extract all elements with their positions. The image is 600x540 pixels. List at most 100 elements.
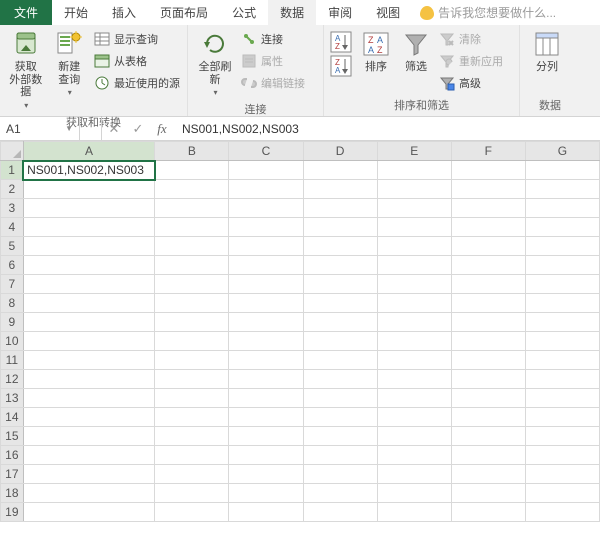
cell[interactable] — [451, 389, 525, 408]
cell[interactable] — [229, 389, 303, 408]
cell[interactable] — [23, 199, 155, 218]
cell[interactable] — [525, 256, 599, 275]
advanced-filter-button[interactable]: 高级 — [436, 73, 506, 93]
cell[interactable] — [303, 237, 377, 256]
cell[interactable] — [23, 275, 155, 294]
cell[interactable] — [229, 256, 303, 275]
cell[interactable] — [525, 161, 599, 180]
text-to-columns-button[interactable]: 分列 — [524, 27, 570, 76]
row-header[interactable]: 18 — [1, 484, 24, 503]
tab-data[interactable]: 数据 — [268, 0, 316, 25]
cell[interactable] — [23, 313, 155, 332]
cell[interactable] — [155, 332, 229, 351]
select-all-corner[interactable] — [1, 142, 24, 161]
row-header[interactable]: 6 — [1, 256, 24, 275]
cell[interactable] — [229, 161, 303, 180]
tab-review[interactable]: 审阅 — [316, 0, 364, 25]
connections-button[interactable]: 连接 — [238, 29, 308, 49]
cell[interactable] — [229, 237, 303, 256]
cell[interactable] — [451, 427, 525, 446]
cell[interactable] — [525, 484, 599, 503]
cell[interactable] — [451, 256, 525, 275]
cell[interactable] — [155, 218, 229, 237]
cell[interactable] — [525, 237, 599, 256]
sort-button[interactable]: ZAAZ 排序 — [356, 27, 396, 76]
cell[interactable] — [229, 313, 303, 332]
row-header[interactable]: 7 — [1, 275, 24, 294]
cell[interactable] — [155, 180, 229, 199]
cell[interactable] — [155, 313, 229, 332]
cell[interactable] — [23, 294, 155, 313]
cell[interactable] — [23, 180, 155, 199]
cell[interactable] — [303, 199, 377, 218]
cell[interactable] — [377, 389, 451, 408]
cell[interactable] — [303, 256, 377, 275]
cell[interactable] — [155, 199, 229, 218]
cell[interactable] — [377, 275, 451, 294]
row-header[interactable]: 9 — [1, 313, 24, 332]
name-box[interactable]: A1 ▼ — [0, 117, 80, 140]
column-header[interactable]: C — [229, 142, 303, 161]
cell[interactable] — [155, 484, 229, 503]
column-header[interactable]: G — [525, 142, 599, 161]
cell[interactable] — [155, 503, 229, 522]
row-header[interactable]: 5 — [1, 237, 24, 256]
cell[interactable] — [23, 427, 155, 446]
reapply-button[interactable]: 重新应用 — [436, 51, 506, 71]
column-header[interactable]: E — [377, 142, 451, 161]
cell[interactable] — [303, 313, 377, 332]
cell[interactable] — [155, 294, 229, 313]
cell[interactable] — [451, 370, 525, 389]
cell[interactable] — [525, 465, 599, 484]
cell[interactable] — [229, 408, 303, 427]
row-header[interactable]: 3 — [1, 199, 24, 218]
row-header[interactable]: 16 — [1, 446, 24, 465]
cell[interactable] — [377, 370, 451, 389]
cell[interactable] — [23, 465, 155, 484]
cell[interactable] — [377, 332, 451, 351]
sort-desc-button[interactable]: ZA — [330, 55, 352, 77]
cell[interactable] — [377, 237, 451, 256]
cell[interactable] — [451, 161, 525, 180]
cell[interactable] — [155, 161, 229, 180]
refresh-all-button[interactable]: 全部刷新 ▾ — [192, 27, 238, 99]
cell[interactable] — [229, 218, 303, 237]
cell[interactable] — [451, 332, 525, 351]
cell[interactable] — [303, 275, 377, 294]
cell[interactable] — [303, 408, 377, 427]
cell[interactable] — [155, 351, 229, 370]
cell[interactable] — [451, 351, 525, 370]
row-header[interactable]: 13 — [1, 389, 24, 408]
cell[interactable] — [23, 484, 155, 503]
cell[interactable] — [525, 446, 599, 465]
filter-button[interactable]: 筛选 — [396, 27, 436, 76]
cell[interactable] — [377, 313, 451, 332]
enter-formula-button[interactable]: ✓ — [126, 117, 150, 140]
cell[interactable] — [377, 351, 451, 370]
cell[interactable] — [155, 446, 229, 465]
cell[interactable] — [451, 237, 525, 256]
tab-view[interactable]: 视图 — [364, 0, 412, 25]
cell[interactable] — [377, 218, 451, 237]
get-external-data-button[interactable]: 获取 外部数据 ▾ — [4, 27, 48, 112]
tell-me-search[interactable]: 告诉我您想要做什么... — [412, 0, 600, 25]
cell[interactable] — [525, 408, 599, 427]
cell[interactable] — [229, 199, 303, 218]
show-queries-button[interactable]: 显示查询 — [91, 29, 183, 49]
cell[interactable] — [23, 332, 155, 351]
insert-function-button[interactable]: fx — [150, 117, 174, 140]
cell[interactable] — [23, 256, 155, 275]
cell[interactable] — [525, 427, 599, 446]
cell[interactable] — [229, 446, 303, 465]
cell[interactable] — [155, 465, 229, 484]
cell[interactable] — [23, 370, 155, 389]
cell[interactable] — [303, 161, 377, 180]
worksheet-grid[interactable]: A B C D E F G 1NS001,NS002,NS00323456789… — [0, 141, 600, 522]
cell[interactable] — [303, 351, 377, 370]
cell[interactable] — [525, 294, 599, 313]
cell[interactable] — [229, 332, 303, 351]
cell[interactable] — [451, 484, 525, 503]
from-table-button[interactable]: 从表格 — [91, 51, 183, 71]
cell[interactable] — [303, 503, 377, 522]
clear-filter-button[interactable]: 清除 — [436, 29, 506, 49]
